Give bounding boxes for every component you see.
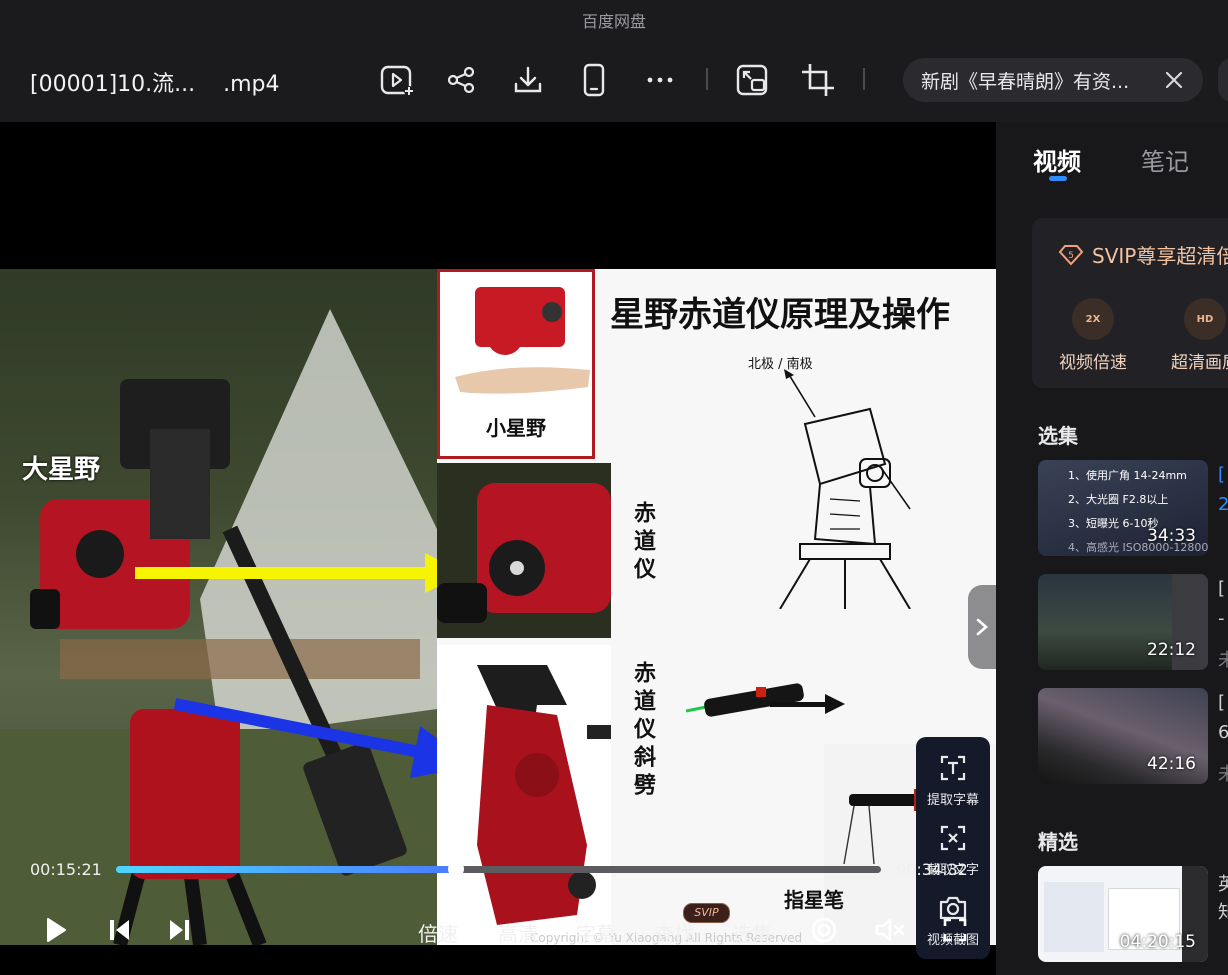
next-icon	[170, 920, 189, 940]
speed-2x-icon: 2X	[1072, 298, 1114, 340]
svip-title: SVIP尊享超清倍	[1092, 244, 1228, 268]
quality-button[interactable]: 高清	[498, 918, 538, 947]
episode-duration: 34:33	[1147, 526, 1196, 546]
fullscreen-icon	[943, 918, 967, 942]
featured-thumb-panel	[1044, 882, 1104, 952]
feature-hd-label: 超清画质	[1171, 353, 1228, 373]
featured-duration: 04:20:15	[1119, 932, 1196, 952]
mount-diagram	[779, 369, 911, 609]
previous-icon	[110, 920, 129, 940]
active-tab-indicator	[1049, 176, 1067, 181]
svip-diamond-icon: 5	[1058, 245, 1084, 266]
current-time: 00:15:21	[30, 860, 102, 879]
label-equatorial: 赤道仪	[630, 501, 655, 585]
toolbar-divider	[863, 68, 865, 90]
episode-title-partial[interactable]: [	[1218, 692, 1225, 713]
feature-hd[interactable]: HD 超清画质	[1160, 298, 1228, 373]
video-frame[interactable]: 大星野 小星野 赤道仪 赤道仪斜劈 星野赤道仪原理及操作 北极 / 南极 指星笔…	[0, 269, 996, 945]
featured-title-partial[interactable]: 知	[1218, 898, 1228, 924]
play-icon	[47, 918, 66, 942]
episode-item[interactable]: 22:12	[1038, 574, 1208, 670]
file-title: [00001]10.流... .mp4	[30, 72, 280, 97]
screen-switch-icon[interactable]	[732, 60, 772, 100]
subtitle-button[interactable]: 字幕	[576, 918, 616, 947]
extract-subtitle-label: 提取字幕	[926, 793, 979, 808]
wedge-closeup	[437, 645, 611, 945]
episode-item[interactable]: 1、使用广角 14-24mm 2、大光圈 F2.8以上 3、短曝光 6-10秒 …	[1038, 460, 1208, 556]
title-bar: 百度网盘 [00001]10.流... .mp4 新剧《早春晴朗》有资...	[0, 0, 1228, 122]
feature-speed-label: 视频倍速	[1059, 353, 1127, 373]
episode-duration: 42:16	[1147, 754, 1196, 774]
small-mount-panel: 小星野	[437, 269, 595, 459]
episode-title-partial[interactable]: 2	[1218, 494, 1228, 515]
featured-title-partial[interactable]: 英	[1218, 870, 1228, 896]
volume-muted-icon	[875, 918, 905, 942]
episodes-button[interactable]: 选集	[732, 918, 772, 947]
slide-title: 星野赤道仪原理及操作	[610, 295, 950, 335]
video-player[interactable]: 大星野 小星野 赤道仪 赤道仪斜劈 星野赤道仪原理及操作 北极 / 南极 指星笔…	[0, 122, 996, 975]
label-large-mount: 大星野	[22, 455, 101, 485]
episode-status-partial: 未	[1218, 764, 1228, 785]
mute-button[interactable]	[872, 912, 908, 948]
close-icon[interactable]	[1163, 69, 1185, 95]
section-featured: 精选	[1038, 830, 1078, 854]
yellow-arrow-icon	[135, 553, 437, 593]
next-slide-button[interactable]	[968, 585, 996, 669]
episode-title-partial[interactable]: [	[1218, 464, 1225, 485]
featured-item[interactable]: 04:20:15	[1038, 866, 1208, 962]
equatorial-closeup	[437, 463, 611, 638]
next-button[interactable]	[161, 912, 197, 948]
notice-text[interactable]: 新剧《早春晴朗》有资...	[921, 67, 1129, 94]
label-small-mount: 小星野	[486, 416, 546, 440]
extract-subtitle-button[interactable]: 提取字幕	[916, 753, 990, 808]
previous-button[interactable]	[102, 912, 138, 948]
tab-video[interactable]: 视频	[1033, 142, 1081, 177]
right-sidebar: 视频 笔记 5 SVIP尊享超清倍 2X 视频倍速 HD 超清画质 选集 1、使…	[996, 122, 1228, 975]
svip-promo-card[interactable]: 5 SVIP尊享超清倍 2X 视频倍速 HD 超清画质	[1032, 218, 1228, 388]
phone-icon[interactable]	[574, 60, 614, 100]
crop-icon[interactable]	[798, 60, 838, 100]
label-wedge: 赤道仪斜劈	[630, 661, 655, 801]
section-episodes: 选集	[1038, 424, 1078, 448]
notice-banner[interactable]: 新剧《早春晴朗》有资...	[903, 58, 1203, 102]
toolbar-divider	[706, 68, 708, 90]
episode-title-partial[interactable]: 6	[1218, 722, 1228, 743]
arrow-right-icon	[770, 694, 845, 714]
episode-duration: 22:12	[1147, 640, 1196, 660]
feature-speed[interactable]: 2X 视频倍速	[1048, 298, 1138, 373]
app-name: 百度网盘	[581, 12, 646, 31]
hd-icon: HD	[1184, 298, 1226, 340]
episode-title-partial[interactable]: [	[1218, 578, 1225, 599]
play-button[interactable]	[38, 912, 74, 948]
svip-badge: SVIP	[683, 903, 730, 923]
share-icon[interactable]	[441, 60, 481, 100]
progress-fill	[116, 866, 456, 873]
progress-bar[interactable]	[116, 861, 881, 877]
episode-status-partial: 未	[1218, 650, 1228, 671]
fullscreen-button[interactable]	[937, 912, 973, 948]
record-button[interactable]	[806, 912, 842, 948]
speed-button[interactable]: 倍速	[418, 918, 458, 947]
extract-subtitle-icon	[940, 755, 966, 781]
mount-photo: 大星野	[0, 269, 437, 945]
progress-handle[interactable]	[447, 861, 464, 877]
tab-notes[interactable]: 笔记	[1141, 142, 1189, 177]
label-laser: 指星笔	[784, 888, 844, 912]
video-add-icon[interactable]	[377, 60, 417, 100]
more-icon[interactable]	[640, 60, 680, 100]
episode-item[interactable]: 42:16	[1038, 688, 1208, 784]
download-icon[interactable]	[508, 60, 548, 100]
total-time: 00:34:32	[896, 860, 968, 879]
blue-arrow-icon	[173, 698, 437, 778]
notice-banner-partial[interactable]	[1218, 58, 1228, 102]
capture-text-icon	[940, 825, 966, 851]
svg-text:5: 5	[1068, 251, 1074, 261]
record-icon	[811, 917, 837, 943]
episode-title-partial[interactable]: -	[1218, 608, 1225, 629]
